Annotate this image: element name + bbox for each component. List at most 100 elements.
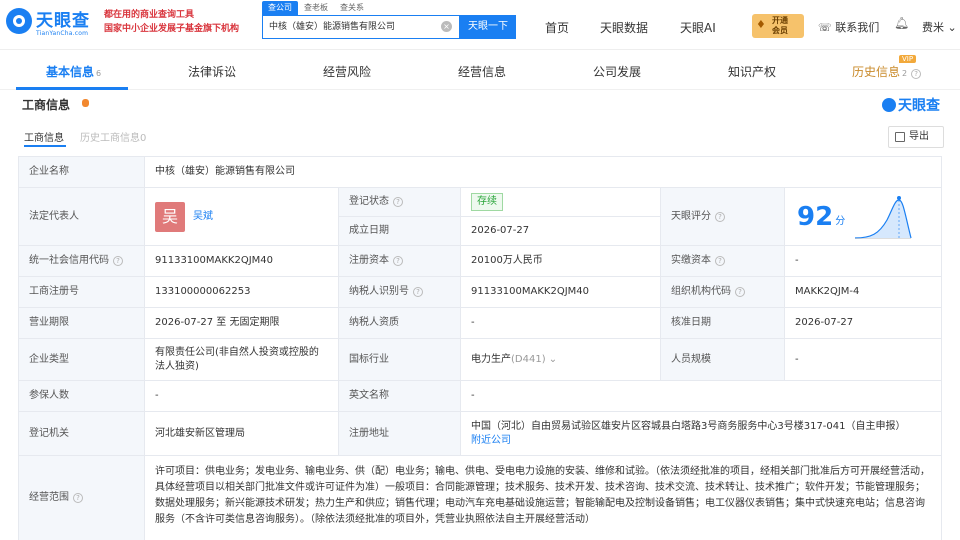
diamond-icon: ♦ xyxy=(756,18,766,31)
tab-operation[interactable]: 经营信息 xyxy=(458,63,506,80)
scope-label-text: 经营范围 xyxy=(29,492,69,503)
scope-value: 许可项目：供电业务；发电业务、输电业务、供（配）电业务；输电、供电、受电电力设施… xyxy=(145,456,942,540)
taxpayer-id-label: 纳税人识别号? xyxy=(339,277,461,308)
active-tab-indicator xyxy=(16,87,128,90)
export-icon xyxy=(895,132,905,142)
clear-icon[interactable]: × xyxy=(441,21,452,32)
tab-legal[interactable]: 法律诉讼 xyxy=(188,63,236,80)
tab-development[interactable]: 公司发展 xyxy=(593,63,641,80)
search-input[interactable]: 中核（雄安）能源销售有限公司 xyxy=(262,15,460,39)
score-label-text: 天眼评分 xyxy=(671,210,711,222)
english-name-value: - xyxy=(461,381,942,412)
search-type-tabs: 查公司 查老板 查关系 xyxy=(262,1,370,15)
tab-count: 2 xyxy=(902,69,908,78)
term-value: 2026-07-27 至 无固定期限 xyxy=(145,308,339,339)
approve-date-label: 核准日期 xyxy=(661,308,785,339)
paid-capital-label-text: 实缴资本 xyxy=(671,255,711,266)
score-cell[interactable]: 92 分 xyxy=(785,188,942,246)
help-icon[interactable]: ? xyxy=(113,256,123,266)
tab-label: 知识产权 xyxy=(728,65,777,79)
help-icon[interactable]: ? xyxy=(73,493,83,503)
help-icon[interactable]: ? xyxy=(393,197,403,207)
address-label: 注册地址 xyxy=(339,412,461,456)
tab-label: 法律诉讼 xyxy=(188,65,237,79)
reg-capital-label-text: 注册资本 xyxy=(349,255,389,266)
export-label: 导出 xyxy=(909,131,929,142)
reg-no-value: 133100000062253 xyxy=(145,277,339,308)
section-title: 工商信息 xyxy=(22,98,71,112)
nav-tianyan-ai[interactable]: 天眼AI xyxy=(680,19,716,36)
slogan-line-1: 都在用的商业查询工具 xyxy=(104,10,195,20)
paid-capital-label: 实缴资本? xyxy=(661,246,785,277)
company-name-value: 中核（雄安）能源销售有限公司 xyxy=(145,157,942,188)
staff-size-label: 人员规模 xyxy=(661,339,785,381)
tab-basic-info[interactable]: 基本信息 6 xyxy=(46,63,101,80)
subtab-business-info[interactable]: 工商信息 xyxy=(24,129,64,144)
business-info-table: 企业名称 中核（雄安）能源销售有限公司 法定代表人 吴 吴斌 登记状态? 存续 … xyxy=(18,156,942,540)
reg-capital-label: 注册资本? xyxy=(339,246,461,277)
taxpayer-qual-value: - xyxy=(461,308,661,339)
user-name: 费米 xyxy=(922,21,944,34)
tab-history[interactable]: 历史信息 2? xyxy=(852,63,922,80)
help-icon[interactable]: ? xyxy=(413,287,423,297)
nav-home[interactable]: 首页 xyxy=(545,19,569,36)
help-icon[interactable]: ? xyxy=(715,256,725,266)
legal-rep-label: 法定代表人 xyxy=(19,188,145,246)
taxpayer-id-label-text: 纳税人识别号 xyxy=(349,286,409,297)
export-button[interactable]: 导出 xyxy=(888,126,944,148)
industry-cell[interactable]: 电力生产 (D441) ⌄ xyxy=(461,339,661,381)
search-button[interactable]: 天眼一下 xyxy=(460,15,516,39)
score-label: 天眼评分? xyxy=(661,188,785,246)
type-value: 有限责任公司(非自然人投资或控股的法人独资) xyxy=(145,339,339,381)
tab-risk[interactable]: 经营风险 xyxy=(323,63,371,80)
vip-label-line-1: 开通 xyxy=(772,16,788,25)
hot-icon xyxy=(82,99,89,107)
score-unit: 分 xyxy=(835,215,846,227)
open-vip-button[interactable]: ♦ 开通 会员 xyxy=(752,14,804,38)
search-tab-relation[interactable]: 查关系 xyxy=(334,1,370,15)
reg-no-label: 工商注册号 xyxy=(19,277,145,308)
vip-label-line-2: 会员 xyxy=(772,26,788,35)
phone-icon: ☏ xyxy=(818,21,836,34)
staff-size-value: - xyxy=(785,339,942,381)
taxpayer-qual-label: 纳税人资质 xyxy=(339,308,461,339)
subtab-history-info[interactable]: 历史工商信息0 xyxy=(80,129,146,144)
legal-rep-link[interactable]: 吴斌 xyxy=(193,210,213,224)
bell-icon[interactable]: 🔔︎ xyxy=(894,16,909,32)
tianyancha-logo[interactable]: 天眼查 TianYanCha.com xyxy=(6,6,98,42)
subtab-history-count: 0 xyxy=(140,133,147,144)
avatar[interactable]: 吴 xyxy=(155,201,185,232)
contact-us-link[interactable]: ☏ 联系我们 xyxy=(818,19,879,35)
help-icon[interactable]: ? xyxy=(735,287,745,297)
industry-value: 电力生产 xyxy=(471,353,511,365)
subtab-indicator xyxy=(24,145,66,147)
score-distribution-chart xyxy=(855,195,912,239)
insured-value: - xyxy=(145,381,339,412)
help-icon[interactable]: ? xyxy=(393,256,403,266)
user-menu[interactable]: 费米 ⌄ xyxy=(922,19,957,35)
address-value: 中国（河北）自由贸易试验区雄安片区容城县白塔路3号商务服务中心3号楼317-04… xyxy=(471,420,906,432)
status-badge: 存续 xyxy=(471,193,503,211)
help-icon[interactable]: ? xyxy=(715,211,725,222)
found-date-label: 成立日期 xyxy=(339,217,461,246)
search-tab-company[interactable]: 查公司 xyxy=(262,1,298,15)
nav-tianyan-data[interactable]: 天眼数据 xyxy=(600,19,648,36)
top-header: 天眼查 TianYanCha.com 都在用的商业查询工具 国家中小企业发展子基… xyxy=(0,0,960,50)
reg-status-cell: 存续 xyxy=(461,188,661,217)
search-tab-boss[interactable]: 查老板 xyxy=(298,1,334,15)
industry-label: 国标行业 xyxy=(339,339,461,381)
reg-status-label-text: 登记状态 xyxy=(349,196,389,207)
contact-label: 联系我们 xyxy=(835,21,880,34)
approve-date-value: 2026-07-27 xyxy=(785,308,942,339)
authority-label: 登记机关 xyxy=(19,412,145,456)
section-logo: 天眼查 xyxy=(882,95,940,115)
tab-label: 公司发展 xyxy=(593,65,642,79)
chevron-down-icon: ⌄ xyxy=(944,21,957,34)
credit-code-value: 91133100MAKK2QJM40 xyxy=(145,246,339,277)
taxpayer-id-value: 91133100MAKK2QJM40 xyxy=(461,277,661,308)
eye-logo-icon xyxy=(882,98,896,112)
nearby-companies-link[interactable]: 附近公司 xyxy=(471,434,511,448)
org-code-value: MAKK2QJM-4 xyxy=(785,277,942,308)
tab-ip[interactable]: 知识产权 xyxy=(728,63,776,80)
legal-rep-cell: 吴 吴斌 xyxy=(145,188,339,246)
